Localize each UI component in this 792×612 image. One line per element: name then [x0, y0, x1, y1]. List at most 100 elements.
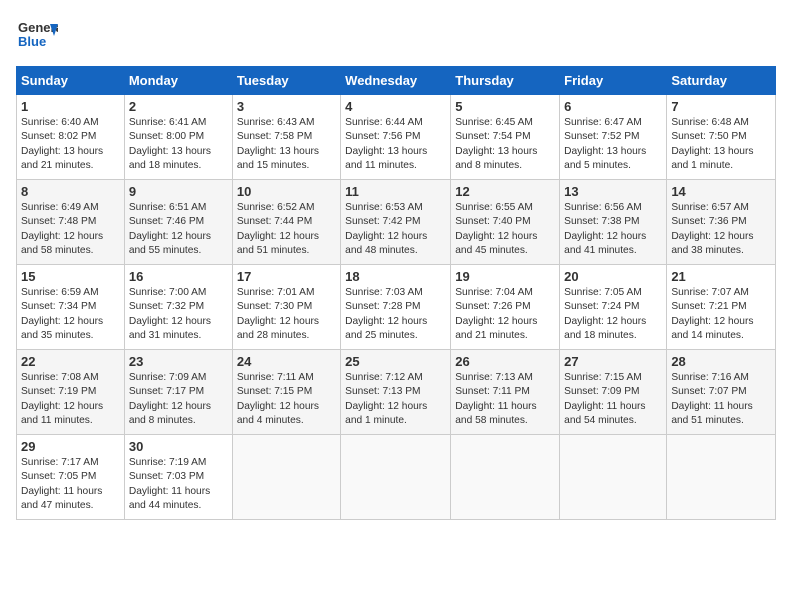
day-info: Sunrise: 6:41 AMSunset: 8:00 PMDaylight:… — [129, 116, 228, 173]
day-number: 26 — [455, 354, 555, 369]
day-number: 12 — [455, 184, 555, 199]
day-number: 1 — [21, 99, 120, 114]
day-info: Sunrise: 7:16 AMSunset: 7:07 PMDaylight:… — [671, 371, 771, 428]
table-row: 11 Sunrise: 6:53 AMSunset: 7:42 PMDaylig… — [341, 180, 451, 265]
table-row: 9 Sunrise: 6:51 AMSunset: 7:46 PMDayligh… — [124, 180, 232, 265]
table-row: 10 Sunrise: 6:52 AMSunset: 7:44 PMDaylig… — [232, 180, 340, 265]
table-row — [451, 435, 560, 520]
day-number: 5 — [455, 99, 555, 114]
day-number: 10 — [237, 184, 336, 199]
day-info: Sunrise: 6:40 AMSunset: 8:02 PMDaylight:… — [21, 116, 120, 173]
day-number: 28 — [671, 354, 771, 369]
day-number: 20 — [564, 269, 662, 284]
table-row: 8 Sunrise: 6:49 AMSunset: 7:48 PMDayligh… — [17, 180, 125, 265]
table-row: 12 Sunrise: 6:55 AMSunset: 7:40 PMDaylig… — [451, 180, 560, 265]
table-row — [341, 435, 451, 520]
weekday-header-sunday: Sunday — [17, 67, 125, 95]
day-number: 25 — [345, 354, 446, 369]
table-row: 19 Sunrise: 7:04 AMSunset: 7:26 PMDaylig… — [451, 265, 560, 350]
weekday-header-monday: Monday — [124, 67, 232, 95]
table-row: 5 Sunrise: 6:45 AMSunset: 7:54 PMDayligh… — [451, 95, 560, 180]
day-info: Sunrise: 6:59 AMSunset: 7:34 PMDaylight:… — [21, 286, 120, 343]
calendar-table: SundayMondayTuesdayWednesdayThursdayFrid… — [16, 66, 776, 520]
day-info: Sunrise: 6:53 AMSunset: 7:42 PMDaylight:… — [345, 201, 446, 258]
day-info: Sunrise: 6:56 AMSunset: 7:38 PMDaylight:… — [564, 201, 662, 258]
table-row: 3 Sunrise: 6:43 AMSunset: 7:58 PMDayligh… — [232, 95, 340, 180]
table-row: 26 Sunrise: 7:13 AMSunset: 7:11 PMDaylig… — [451, 350, 560, 435]
weekday-header-friday: Friday — [560, 67, 667, 95]
day-number: 27 — [564, 354, 662, 369]
table-row: 17 Sunrise: 7:01 AMSunset: 7:30 PMDaylig… — [232, 265, 340, 350]
day-number: 22 — [21, 354, 120, 369]
table-row: 15 Sunrise: 6:59 AMSunset: 7:34 PMDaylig… — [17, 265, 125, 350]
table-row — [667, 435, 776, 520]
day-info: Sunrise: 6:47 AMSunset: 7:52 PMDaylight:… — [564, 116, 662, 173]
day-info: Sunrise: 7:11 AMSunset: 7:15 PMDaylight:… — [237, 371, 336, 428]
day-info: Sunrise: 7:07 AMSunset: 7:21 PMDaylight:… — [671, 286, 771, 343]
day-info: Sunrise: 6:44 AMSunset: 7:56 PMDaylight:… — [345, 116, 446, 173]
day-info: Sunrise: 7:15 AMSunset: 7:09 PMDaylight:… — [564, 371, 662, 428]
table-row: 25 Sunrise: 7:12 AMSunset: 7:13 PMDaylig… — [341, 350, 451, 435]
day-info: Sunrise: 6:48 AMSunset: 7:50 PMDaylight:… — [671, 116, 771, 173]
table-row: 22 Sunrise: 7:08 AMSunset: 7:19 PMDaylig… — [17, 350, 125, 435]
day-number: 14 — [671, 184, 771, 199]
table-row: 16 Sunrise: 7:00 AMSunset: 7:32 PMDaylig… — [124, 265, 232, 350]
day-number: 13 — [564, 184, 662, 199]
day-info: Sunrise: 6:43 AMSunset: 7:58 PMDaylight:… — [237, 116, 336, 173]
day-number: 30 — [129, 439, 228, 454]
day-number: 16 — [129, 269, 228, 284]
table-row: 20 Sunrise: 7:05 AMSunset: 7:24 PMDaylig… — [560, 265, 667, 350]
table-row: 1 Sunrise: 6:40 AMSunset: 8:02 PMDayligh… — [17, 95, 125, 180]
day-info: Sunrise: 7:17 AMSunset: 7:05 PMDaylight:… — [21, 456, 120, 513]
day-number: 11 — [345, 184, 446, 199]
day-info: Sunrise: 7:05 AMSunset: 7:24 PMDaylight:… — [564, 286, 662, 343]
day-info: Sunrise: 7:08 AMSunset: 7:19 PMDaylight:… — [21, 371, 120, 428]
table-row — [560, 435, 667, 520]
day-info: Sunrise: 7:04 AMSunset: 7:26 PMDaylight:… — [455, 286, 555, 343]
day-number: 18 — [345, 269, 446, 284]
table-row: 2 Sunrise: 6:41 AMSunset: 8:00 PMDayligh… — [124, 95, 232, 180]
table-row: 14 Sunrise: 6:57 AMSunset: 7:36 PMDaylig… — [667, 180, 776, 265]
table-row: 28 Sunrise: 7:16 AMSunset: 7:07 PMDaylig… — [667, 350, 776, 435]
table-row: 23 Sunrise: 7:09 AMSunset: 7:17 PMDaylig… — [124, 350, 232, 435]
day-info: Sunrise: 6:49 AMSunset: 7:48 PMDaylight:… — [21, 201, 120, 258]
day-number: 21 — [671, 269, 771, 284]
day-number: 2 — [129, 99, 228, 114]
table-row: 18 Sunrise: 7:03 AMSunset: 7:28 PMDaylig… — [341, 265, 451, 350]
table-row: 30 Sunrise: 7:19 AMSunset: 7:03 PMDaylig… — [124, 435, 232, 520]
day-number: 29 — [21, 439, 120, 454]
day-info: Sunrise: 6:55 AMSunset: 7:40 PMDaylight:… — [455, 201, 555, 258]
day-number: 3 — [237, 99, 336, 114]
day-info: Sunrise: 7:12 AMSunset: 7:13 PMDaylight:… — [345, 371, 446, 428]
weekday-header-saturday: Saturday — [667, 67, 776, 95]
svg-text:Blue: Blue — [18, 34, 46, 49]
day-info: Sunrise: 7:19 AMSunset: 7:03 PMDaylight:… — [129, 456, 228, 513]
day-number: 4 — [345, 99, 446, 114]
table-row: 27 Sunrise: 7:15 AMSunset: 7:09 PMDaylig… — [560, 350, 667, 435]
day-number: 19 — [455, 269, 555, 284]
day-info: Sunrise: 6:57 AMSunset: 7:36 PMDaylight:… — [671, 201, 771, 258]
table-row: 29 Sunrise: 7:17 AMSunset: 7:05 PMDaylig… — [17, 435, 125, 520]
table-row — [232, 435, 340, 520]
table-row: 7 Sunrise: 6:48 AMSunset: 7:50 PMDayligh… — [667, 95, 776, 180]
day-info: Sunrise: 7:01 AMSunset: 7:30 PMDaylight:… — [237, 286, 336, 343]
day-info: Sunrise: 7:00 AMSunset: 7:32 PMDaylight:… — [129, 286, 228, 343]
logo: General Blue — [16, 16, 58, 54]
day-number: 17 — [237, 269, 336, 284]
day-info: Sunrise: 6:51 AMSunset: 7:46 PMDaylight:… — [129, 201, 228, 258]
table-row: 24 Sunrise: 7:11 AMSunset: 7:15 PMDaylig… — [232, 350, 340, 435]
weekday-header-wednesday: Wednesday — [341, 67, 451, 95]
day-number: 8 — [21, 184, 120, 199]
day-info: Sunrise: 7:03 AMSunset: 7:28 PMDaylight:… — [345, 286, 446, 343]
table-row: 6 Sunrise: 6:47 AMSunset: 7:52 PMDayligh… — [560, 95, 667, 180]
table-row: 4 Sunrise: 6:44 AMSunset: 7:56 PMDayligh… — [341, 95, 451, 180]
day-number: 15 — [21, 269, 120, 284]
day-number: 23 — [129, 354, 228, 369]
day-number: 24 — [237, 354, 336, 369]
weekday-header-tuesday: Tuesday — [232, 67, 340, 95]
day-number: 9 — [129, 184, 228, 199]
day-info: Sunrise: 6:45 AMSunset: 7:54 PMDaylight:… — [455, 116, 555, 173]
table-row: 21 Sunrise: 7:07 AMSunset: 7:21 PMDaylig… — [667, 265, 776, 350]
day-info: Sunrise: 6:52 AMSunset: 7:44 PMDaylight:… — [237, 201, 336, 258]
day-info: Sunrise: 7:09 AMSunset: 7:17 PMDaylight:… — [129, 371, 228, 428]
